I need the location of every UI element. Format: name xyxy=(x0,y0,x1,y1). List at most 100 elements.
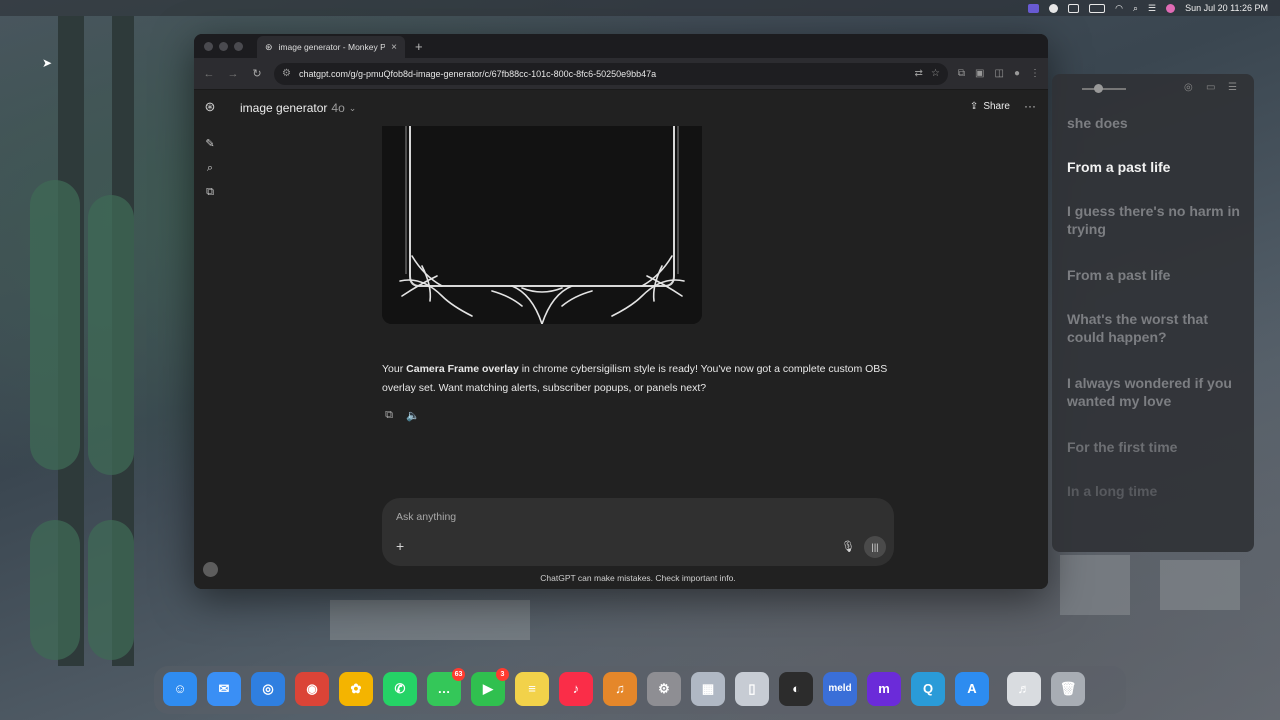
app-store-icon[interactable]: A xyxy=(955,672,989,706)
generated-image[interactable] xyxy=(382,126,702,324)
launchpad-icon[interactable]: ▦ xyxy=(691,672,725,706)
lyrics-icon[interactable]: ▭ xyxy=(1206,82,1215,93)
address-bar[interactable]: ⚙ chatgpt.com/g/g-pmuQfob8d-image-genera… xyxy=(274,62,948,85)
microphone-icon[interactable]: 🎙 xyxy=(841,540,855,553)
new-chat-icon[interactable]: ✎ xyxy=(202,136,218,152)
user-avatar[interactable] xyxy=(203,562,218,577)
notes-icon[interactable]: ≡ xyxy=(515,672,549,706)
music-icon[interactable]: ♪ xyxy=(559,672,593,706)
wifi-icon[interactable]: ◠ xyxy=(1115,3,1123,14)
browser-tab[interactable]: ⊛ image generator - Monkey Pr × xyxy=(257,36,405,58)
camera-frame-overlay-image xyxy=(382,126,702,324)
reload-button[interactable]: ↻ xyxy=(250,67,264,80)
display-icon[interactable] xyxy=(1068,3,1080,13)
openai-favicon-icon: ⊛ xyxy=(265,41,273,52)
notification-badge: 63 xyxy=(452,668,465,681)
photos-icon[interactable]: ✿ xyxy=(339,672,373,706)
zoom-window-button[interactable] xyxy=(234,41,243,51)
lyric-line[interactable]: What's the worst that could happen? xyxy=(1067,310,1247,346)
message-actions: ⧉ 🔈 xyxy=(382,409,420,422)
siri-icon[interactable] xyxy=(1166,3,1176,13)
iphone-mirroring-icon[interactable]: ▯ xyxy=(735,672,769,706)
more-options-icon[interactable]: ··· xyxy=(1024,99,1036,113)
finder-icon[interactable]: ☺ xyxy=(163,672,197,706)
browser-window: ⊛ image generator - Monkey Pr × + ← → ↻ … xyxy=(194,34,1048,589)
lyric-line[interactable]: In a long time xyxy=(1067,482,1247,500)
trash-icon[interactable]: 🗑 xyxy=(1051,672,1085,706)
chatgpt-app: ⊛ ✎ ⌕ ⧉ image generator 4o ⌄ ⇪ Share ··· xyxy=(194,90,1048,589)
music-file-icon[interactable]: ♬ xyxy=(1007,672,1041,706)
bookmark-star-icon[interactable]: ☆ xyxy=(931,68,940,79)
lyrics-panel: ◎ ▭ ☰ she does From a past life I guess th… xyxy=(1052,74,1254,552)
back-button[interactable]: ← xyxy=(202,68,216,80)
playback-icon[interactable] xyxy=(1049,3,1059,13)
share-icon: ⇪ xyxy=(969,101,979,112)
mouse-cursor-icon: ➤ xyxy=(42,56,53,70)
facetime-icon[interactable]: ▶ 3 xyxy=(471,668,509,706)
tab-title: image generator - Monkey Pr xyxy=(278,42,386,52)
extensions-icon[interactable]: ⧉ xyxy=(958,68,965,79)
chat-composer[interactable]: Ask anything + 🎙 ||| xyxy=(382,498,894,566)
composer-input[interactable]: Ask anything xyxy=(396,511,456,523)
m-app-glyph: m xyxy=(878,681,890,696)
m-app-icon[interactable]: m xyxy=(867,672,901,706)
quicktime-icon[interactable]: Q xyxy=(911,672,945,706)
whatsapp-icon[interactable]: ✆ xyxy=(383,672,417,706)
model-selector-title[interactable]: image generator xyxy=(240,101,327,115)
lyric-line[interactable]: For the first time xyxy=(1067,438,1247,456)
voice-mode-icon[interactable]: ||| xyxy=(864,536,886,558)
read-aloud-icon[interactable]: 🔈 xyxy=(406,409,420,422)
lyric-line[interactable]: From a past life xyxy=(1067,266,1247,284)
add-attachment-icon[interactable]: + xyxy=(396,538,404,554)
close-window-button[interactable] xyxy=(204,41,213,51)
system-settings-glyph: ⚙ xyxy=(658,681,670,696)
menubar-datetime[interactable]: Sun Jul 20 11:26 PM xyxy=(1185,3,1268,13)
mail-icon[interactable]: ✉ xyxy=(207,672,241,706)
music-glyph: ♪ xyxy=(572,681,580,696)
control-center-icon[interactable]: ☰ xyxy=(1148,3,1156,14)
messages-icon[interactable]: … 63 xyxy=(427,668,465,706)
minimize-window-button[interactable] xyxy=(219,41,228,51)
airplay-icon[interactable]: ◎ xyxy=(1184,82,1193,93)
url-text: chatgpt.com/g/g-pmuQfob8d-image-generato… xyxy=(298,68,657,79)
battery-icon[interactable] xyxy=(1089,3,1106,13)
search-chats-icon[interactable]: ⌕ xyxy=(202,160,218,176)
trash-glyph: 🗑 xyxy=(1059,681,1077,696)
browser-menu-icon[interactable]: ⋮ xyxy=(1030,68,1040,79)
library-icon[interactable]: ⧉ xyxy=(202,184,218,200)
system-settings-icon[interactable]: ⚙ xyxy=(647,672,681,706)
disclaimer-text: ChatGPT can make mistakes. Check importa… xyxy=(540,573,736,583)
chevron-down-icon[interactable]: ⌄ xyxy=(349,103,357,114)
site-info-icon[interactable]: ⚙ xyxy=(282,68,291,79)
left-rail: ⊛ ✎ ⌕ ⧉ xyxy=(194,90,226,589)
tab-search-icon[interactable]: ▣ xyxy=(975,68,984,79)
whatsapp-glyph: ✆ xyxy=(394,681,406,696)
garageband-icon[interactable]: ♫ xyxy=(603,672,637,706)
queue-icon[interactable]: ☰ xyxy=(1228,82,1237,93)
lyrics-size-slider[interactable] xyxy=(1082,88,1126,90)
spotlight-search-icon[interactable]: ⌕ xyxy=(1133,3,1138,14)
lyric-line[interactable]: I guess there's no harm in trying xyxy=(1067,202,1247,238)
copy-icon[interactable]: ⧉ xyxy=(382,409,396,422)
model-version[interactable]: 4o xyxy=(331,101,344,115)
slider-knob[interactable] xyxy=(1094,84,1103,93)
chrome-icon[interactable]: ◉ xyxy=(295,672,329,706)
openai-logo-icon[interactable]: ⊛ xyxy=(202,99,218,115)
chat-header: image generator 4o ⌄ xyxy=(240,90,1048,126)
profile-icon[interactable]: ● xyxy=(1014,68,1020,79)
safari-icon[interactable]: ◎ xyxy=(251,672,285,706)
lyric-line[interactable]: she does xyxy=(1067,114,1247,132)
cast-icon[interactable]: ◫ xyxy=(995,68,1004,79)
dock: ☺ ✉ ◎ ◉ ✿ ✆ … 63 ▶ 3 ≡ ♪ ♫ ⚙ ▦ ▯ ◐ meld m Q A ♬ 🗑 xyxy=(154,666,1126,714)
obs-icon[interactable]: ◐ xyxy=(779,672,813,706)
lyric-line[interactable]: I always wondered if you wanted my love xyxy=(1067,374,1247,410)
meld-icon[interactable]: meld xyxy=(823,672,857,706)
new-tab-button[interactable]: + xyxy=(405,36,433,58)
tab-close-icon[interactable]: × xyxy=(391,42,397,53)
translate-icon[interactable]: ⇄ xyxy=(915,68,923,79)
forward-button[interactable]: → xyxy=(226,68,240,80)
screen-record-icon[interactable] xyxy=(1028,3,1040,13)
share-button[interactable]: ⇪ Share xyxy=(970,101,1010,112)
quicktime-glyph: Q xyxy=(922,681,934,696)
lyric-line[interactable]: From a past life xyxy=(1067,158,1247,176)
